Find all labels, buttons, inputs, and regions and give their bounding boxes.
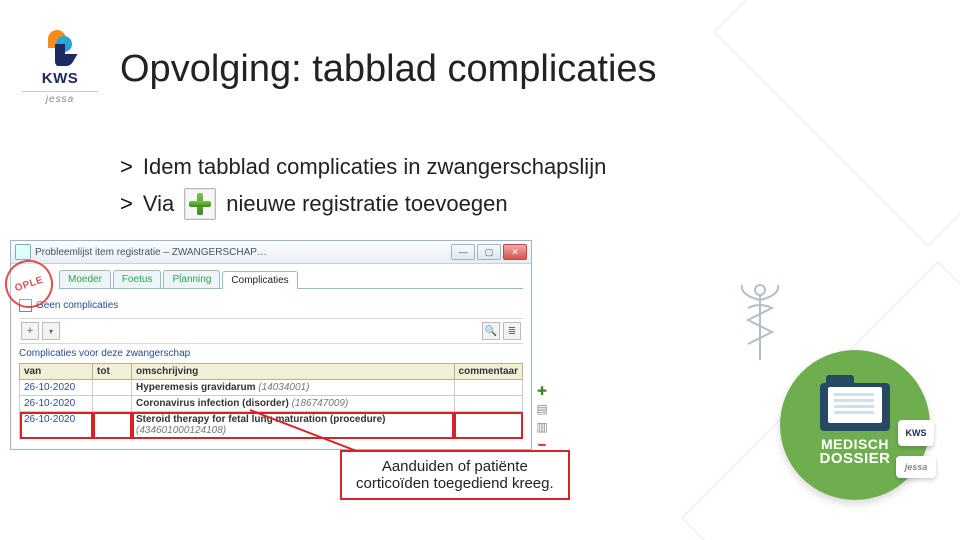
- bullet-2-post: nieuwe registratie toevoegen: [226, 185, 507, 222]
- cell-tot: [93, 412, 132, 439]
- tab-moeder[interactable]: Moeder: [59, 270, 111, 288]
- dialog-title: Probleemlijst item registratie – ZWANGER…: [35, 247, 267, 258]
- search-icon[interactable]: 🔍: [482, 322, 500, 340]
- cell-van: 26-10-2020: [20, 380, 93, 396]
- decor-corner-tr: [713, 0, 960, 247]
- badge-chip-jessa: jessa: [896, 456, 936, 478]
- add-row-button[interactable]: +: [21, 322, 39, 340]
- cell-comment: [454, 396, 522, 412]
- medisch-dossier-badge: MEDISCH DOSSIER KWS jessa: [780, 350, 930, 500]
- no-complications-label: Geen complicaties: [36, 300, 118, 311]
- section-header: Complicaties voor deze zwangerschap: [19, 348, 523, 359]
- slide-title: Opvolging: tabblad complicaties: [120, 48, 657, 91]
- cell-comment: [454, 380, 522, 396]
- dialog-tabs: Moeder Foetus Planning Complicaties: [59, 270, 523, 289]
- brand-name: KWS: [22, 70, 98, 87]
- callout-line2: corticoïden toegediend kreeg.: [356, 475, 554, 492]
- brand-mark: [46, 30, 74, 68]
- brand-logo: KWS jessa: [22, 30, 98, 105]
- row-edit-icon[interactable]: ▤: [535, 402, 549, 416]
- cell-van: 26-10-2020: [20, 396, 93, 412]
- col-commentaar: commentaar: [454, 364, 522, 380]
- dialog-icon: [15, 244, 31, 260]
- bullet-list: > Idem tabblad complicaties in zwangersc…: [120, 148, 606, 223]
- cell-desc: Hyperemesis gravidarum (14034001): [132, 380, 455, 396]
- row-action-icons: ✚ ▤ ▥ ━: [535, 384, 549, 452]
- brand-sub: jessa: [22, 91, 98, 105]
- cell-desc: Steroid therapy for fetal lung maturatio…: [132, 412, 455, 439]
- add-icon[interactable]: [184, 188, 216, 220]
- bullet-caret: >: [120, 185, 133, 222]
- bullet-2-pre: Via: [143, 185, 174, 222]
- callout-line1: Aanduiden of patiënte: [356, 458, 554, 475]
- col-omschrijving: omschrijving: [132, 364, 455, 380]
- cell-tot: [93, 380, 132, 396]
- complications-table: van tot omschrijving commentaar 26-10-20…: [19, 363, 523, 439]
- minimize-button[interactable]: —: [451, 244, 475, 260]
- annotation-callout: Aanduiden of patiënte corticoïden toeged…: [340, 450, 570, 500]
- cell-comment: [454, 412, 522, 439]
- row-detail-icon[interactable]: ▥: [535, 420, 549, 434]
- add-row-dropdown[interactable]: ▾: [42, 322, 60, 340]
- dialog-titlebar: Probleemlijst item registratie – ZWANGER…: [11, 241, 531, 264]
- tab-complicaties[interactable]: Complicaties: [222, 271, 297, 289]
- badge-line1: MEDISCH: [819, 437, 890, 452]
- bullet-caret: >: [120, 148, 133, 185]
- folder-icon: [820, 383, 890, 431]
- list-icon[interactable]: ≣: [503, 322, 521, 340]
- cell-desc: Coronavirus infection (disorder) (186747…: [132, 396, 455, 412]
- col-tot: tot: [93, 364, 132, 380]
- bullet-1: Idem tabblad complicaties in zwangerscha…: [143, 148, 606, 185]
- cell-tot: [93, 396, 132, 412]
- cell-van: 26-10-2020: [20, 412, 93, 439]
- close-button[interactable]: ✕: [503, 244, 527, 260]
- table-row[interactable]: 26-10-2020 Steroid therapy for fetal lung…: [20, 412, 523, 439]
- table-row[interactable]: 26-10-2020 Hyperemesis gravidarum (140340…: [20, 380, 523, 396]
- tab-planning[interactable]: Planning: [163, 270, 220, 288]
- table-row[interactable]: 26-10-2020 Coronavirus infection (disorde…: [20, 396, 523, 412]
- maximize-button[interactable]: ▢: [477, 244, 501, 260]
- badge-chip-kws: KWS: [898, 420, 934, 446]
- row-add-icon[interactable]: ✚: [535, 384, 549, 398]
- registration-dialog: Probleemlijst item registratie – ZWANGER…: [10, 240, 532, 450]
- col-van: van: [20, 364, 93, 380]
- tab-foetus[interactable]: Foetus: [113, 270, 162, 288]
- badge-line2: DOSSIER: [819, 451, 890, 467]
